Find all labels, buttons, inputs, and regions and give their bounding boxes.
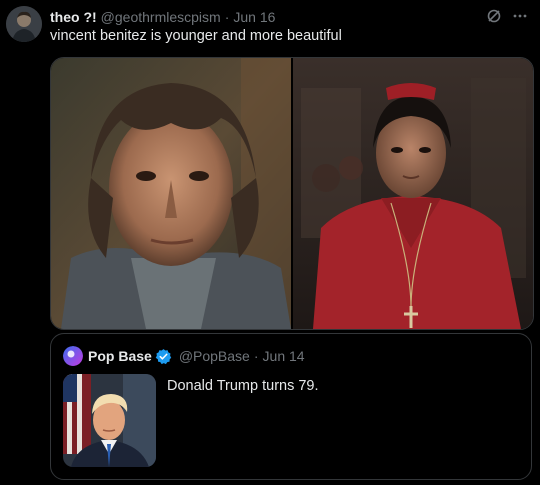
quoted-date[interactable]: Jun 14 xyxy=(263,348,305,364)
quoted-tweet-text: Donald Trump turns 79. xyxy=(167,378,319,394)
quoted-tweet[interactable]: Pop Base @PopBase · Jun 14 Donald Trump … xyxy=(50,333,532,480)
tweet-text: vincent benitez is younger and more beau… xyxy=(50,28,342,44)
verified-badge-icon xyxy=(155,348,172,365)
author-handle[interactable]: @geothrmlescpism xyxy=(101,9,221,25)
quoted-media-thumbnail[interactable] xyxy=(63,374,156,467)
tweet-header: theo ?! @geothrmlescpism · Jun 16 xyxy=(50,8,528,26)
photo-right[interactable] xyxy=(293,58,533,329)
author-avatar[interactable] xyxy=(6,6,42,42)
more-options-icon[interactable] xyxy=(512,8,528,27)
photo-left[interactable] xyxy=(51,58,291,329)
quoted-header: Pop Base @PopBase · Jun 14 xyxy=(63,346,305,366)
separator-dot: · xyxy=(253,348,259,364)
author-name[interactable]: theo ?! xyxy=(50,9,97,25)
tweet-media[interactable] xyxy=(50,57,534,330)
quoted-author-avatar[interactable] xyxy=(63,346,83,366)
quoted-author-name[interactable]: Pop Base xyxy=(88,348,152,364)
quoted-author-handle[interactable]: @PopBase xyxy=(179,348,250,364)
header-actions xyxy=(486,8,528,27)
grok-icon[interactable] xyxy=(486,8,502,27)
tweet-date[interactable]: Jun 16 xyxy=(233,9,275,25)
separator-dot: · xyxy=(224,9,230,25)
